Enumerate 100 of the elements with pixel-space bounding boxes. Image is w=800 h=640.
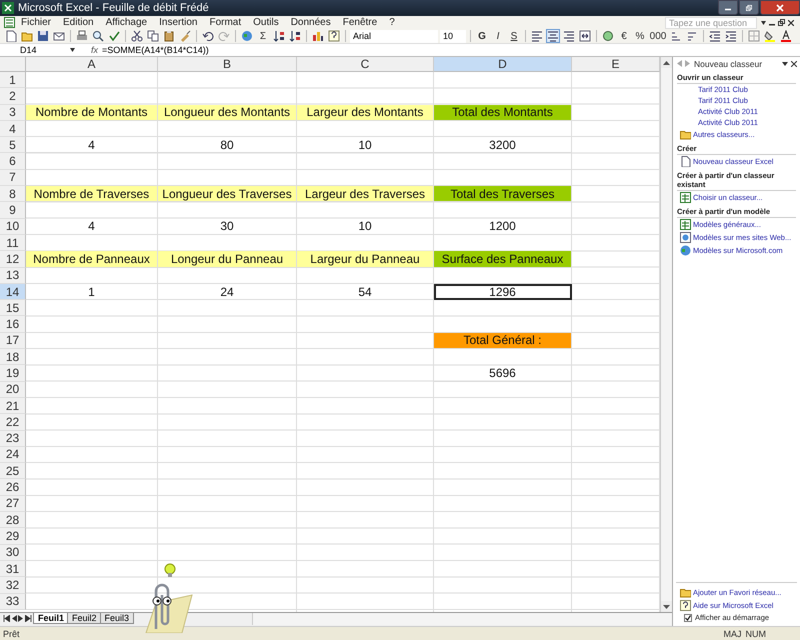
row-header[interactable]: 9 — [0, 202, 26, 219]
printer-icon[interactable] — [76, 30, 88, 42]
menu-item[interactable]: Edition — [57, 17, 100, 28]
row-header[interactable]: 14 — [0, 284, 26, 300]
row-header[interactable]: 12 — [0, 251, 26, 268]
menu-item[interactable]: Insertion — [153, 17, 204, 28]
bar-chart-icon[interactable] — [312, 30, 324, 42]
row-header[interactable]: 1 — [0, 72, 26, 88]
next-sheet-icon[interactable] — [18, 615, 24, 622]
row-header[interactable]: 3 — [0, 104, 26, 121]
menu-item[interactable]: Format — [203, 17, 248, 28]
row-header[interactable]: 27 — [0, 496, 26, 512]
outdent-icon[interactable] — [709, 30, 721, 42]
row-header[interactable]: 4 — [0, 120, 26, 138]
row-header[interactable]: 15 — [0, 300, 26, 316]
startup-checkbox[interactable] — [684, 614, 692, 622]
row-header[interactable]: 13 — [0, 268, 26, 284]
sort-descending-icon[interactable] — [289, 30, 301, 42]
envelope-icon[interactable] — [53, 30, 65, 42]
font-size-field[interactable]: 10 — [440, 30, 466, 42]
column-header[interactable]: A — [26, 57, 158, 72]
column-header[interactable]: C — [297, 57, 434, 72]
row-header[interactable]: 28 — [0, 512, 26, 528]
font-name-field[interactable]: Arial — [350, 30, 438, 42]
help-icon[interactable] — [328, 30, 340, 42]
first-sheet-icon[interactable] — [3, 615, 10, 622]
row-header[interactable]: 6 — [0, 153, 26, 170]
restore-icon[interactable] — [778, 19, 785, 26]
bold-button[interactable]: G — [475, 29, 489, 43]
previous-sheet-icon[interactable] — [11, 615, 17, 622]
close-icon[interactable] — [788, 20, 794, 26]
row-header[interactable]: 30 — [0, 544, 26, 561]
alignment-button[interactable] — [546, 29, 560, 43]
row-header[interactable]: 31 — [0, 560, 26, 578]
minimize-button[interactable] — [718, 0, 738, 15]
row-header[interactable]: 10 — [0, 218, 26, 235]
row-header[interactable]: 17 — [0, 332, 26, 350]
font-color-icon[interactable] — [780, 30, 792, 42]
menu-item[interactable]: Fenêtre — [336, 17, 384, 28]
last-sheet-icon[interactable] — [25, 615, 32, 622]
column-header[interactable]: D — [434, 57, 572, 72]
restore-button[interactable] — [739, 0, 759, 15]
horizontal-scrollbar[interactable] — [252, 613, 672, 625]
row-header[interactable]: 20 — [0, 382, 26, 398]
italic-button[interactable]: I — [491, 29, 505, 43]
row-header[interactable]: 25 — [0, 463, 26, 480]
undo-icon[interactable] — [202, 30, 214, 42]
globe-icon[interactable] — [241, 30, 253, 42]
euro-button[interactable]: € — [617, 29, 631, 43]
row-header[interactable]: 24 — [0, 446, 26, 464]
function-label[interactable]: fx — [75, 45, 102, 55]
close-icon[interactable] — [791, 60, 797, 66]
menu-item[interactable]: Outils — [247, 17, 285, 28]
autosum-button[interactable]: Σ — [256, 29, 270, 43]
alignment-button[interactable] — [530, 29, 544, 43]
close-button[interactable] — [760, 0, 800, 15]
dropdown-arrow-icon[interactable] — [782, 62, 788, 66]
vertical-scrollbar[interactable] — [660, 57, 672, 612]
down-arrow-icon[interactable] — [663, 604, 670, 608]
menu-item[interactable]: ? — [383, 17, 401, 28]
percent-button[interactable]: % — [633, 29, 647, 43]
row-header[interactable]: 16 — [0, 316, 26, 333]
magnifier-icon[interactable] — [92, 30, 104, 42]
fill-color-icon[interactable] — [764, 30, 776, 42]
row-header[interactable]: 26 — [0, 479, 26, 496]
row-header[interactable]: 8 — [0, 186, 26, 202]
row-header[interactable]: 21 — [0, 398, 26, 414]
alignment-button[interactable] — [562, 29, 576, 43]
dropdown-arrow-icon[interactable] — [761, 20, 766, 24]
underline-button[interactable]: S — [507, 29, 521, 43]
row-header[interactable]: 18 — [0, 349, 26, 366]
up-arrow-icon[interactable] — [663, 60, 670, 64]
row-header[interactable]: 7 — [0, 170, 26, 186]
name-box[interactable]: D14 — [0, 44, 70, 56]
column-header[interactable]: E — [572, 57, 660, 72]
dropdown-arrow-icon[interactable] — [70, 48, 75, 52]
formula-text[interactable]: =SOMME(A14*(B14*C14)) — [102, 45, 209, 55]
merge-cells-icon[interactable] — [579, 30, 591, 42]
sort-ascending-icon[interactable] — [273, 30, 285, 42]
scissors-icon[interactable] — [131, 30, 143, 42]
row-header[interactable]: 19 — [0, 365, 26, 382]
row-header[interactable]: 22 — [0, 414, 26, 431]
row-header[interactable]: 29 — [0, 528, 26, 545]
indent-icon[interactable] — [725, 30, 737, 42]
menu-item[interactable]: Fichier — [15, 17, 58, 28]
menu-item[interactable]: Affichage — [100, 17, 154, 28]
clipboard-icon[interactable] — [163, 30, 175, 42]
copy-icon[interactable] — [147, 30, 159, 42]
thousands-button[interactable]: 000 — [649, 29, 667, 43]
row-header[interactable]: 33 — [0, 594, 26, 610]
borders-icon[interactable] — [748, 30, 760, 42]
row-header[interactable]: 5 — [0, 137, 26, 154]
menu-item[interactable]: Données — [284, 17, 337, 28]
sheet-tab[interactable]: Feuil1 — [33, 613, 70, 624]
sheet-tab[interactable]: Feuil3 — [100, 613, 134, 624]
sheet-tab[interactable]: Feuil2 — [67, 613, 102, 624]
row-header[interactable]: 11 — [0, 234, 26, 252]
row-header[interactable]: 32 — [0, 577, 26, 594]
column-header[interactable]: B — [158, 57, 297, 72]
row-header[interactable]: 2 — [0, 88, 26, 105]
